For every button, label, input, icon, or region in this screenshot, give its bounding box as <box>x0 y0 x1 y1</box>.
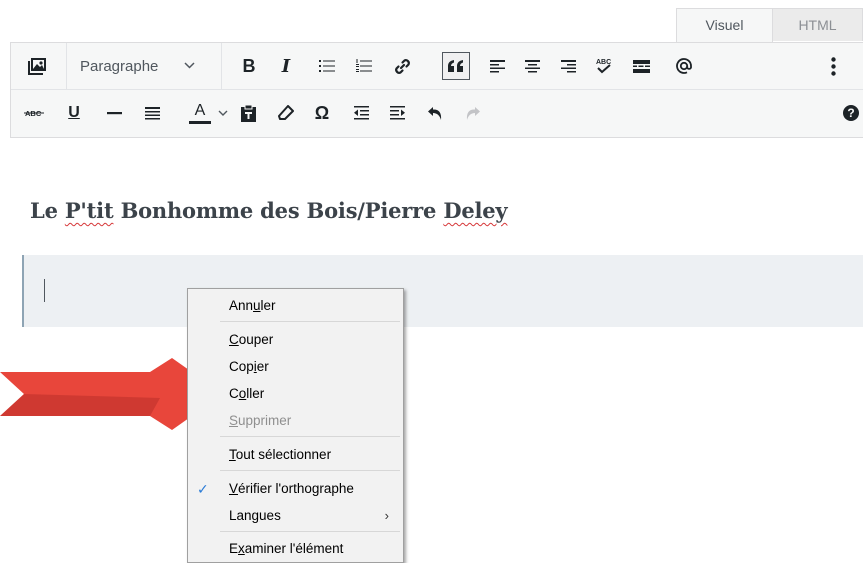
align-right-icon[interactable] <box>556 51 580 81</box>
menu-separator <box>220 531 400 532</box>
title-part: Bonhomme des Bois/Pierre <box>113 198 444 223</box>
undo-icon[interactable] <box>423 98 449 128</box>
menu-item-select-all[interactable]: Tout sélectionner <box>188 443 403 467</box>
toolbar-row-2: ABC U A Ω ? <box>11 90 863 136</box>
menu-item-paste[interactable]: Coller <box>188 382 403 406</box>
text-caret <box>44 279 45 302</box>
bullet-list-icon[interactable] <box>314 51 340 81</box>
align-center-icon[interactable] <box>520 51 544 81</box>
menu-separator <box>220 321 400 322</box>
menu-separator <box>220 470 400 471</box>
mention-icon[interactable] <box>671 51 697 81</box>
post-title-heading[interactable]: Le P'tit Bonhomme des Bois/Pierre Deley <box>30 198 508 223</box>
outdent-icon[interactable] <box>348 98 374 128</box>
submenu-arrow-icon: › <box>384 508 389 523</box>
menu-item-spellcheck[interactable]: ✓ Vérifier l'orthographe <box>188 477 403 501</box>
menu-item-copy[interactable]: Copier <box>188 355 403 379</box>
context-menu: Annuler Couper Copier Coller Supprimer T… <box>187 288 404 563</box>
strikethrough-icon[interactable]: ABC <box>21 98 47 128</box>
paste-text-icon[interactable] <box>235 98 261 128</box>
menu-item-inspect[interactable]: Examiner l'élément <box>188 537 403 561</box>
blockquote-icon[interactable] <box>442 52 470 80</box>
add-media-icon[interactable] <box>23 51 51 81</box>
misspelled-word[interactable]: Deley <box>443 198 507 223</box>
menu-item-languages[interactable]: Langues › <box>188 504 403 528</box>
link-icon[interactable] <box>389 51 415 81</box>
paragraph-format-select[interactable]: Paragraphe <box>67 50 217 82</box>
editor-tabs: Visuel HTML <box>676 8 863 42</box>
toolbar-separator <box>221 43 222 89</box>
checkmark-icon: ✓ <box>197 481 209 497</box>
format-select-label: Paragraphe <box>80 57 159 75</box>
underline-icon[interactable]: U <box>63 98 85 128</box>
more-vertical-icon[interactable] <box>821 51 845 81</box>
editor-toolbar: Paragraphe B I ABC ABC U A Ω ? <box>10 42 863 138</box>
redo-icon[interactable] <box>459 98 485 128</box>
spellcheck-icon[interactable]: ABC <box>591 51 617 81</box>
text-color-swatch <box>189 120 211 124</box>
title-part: Le <box>30 198 65 223</box>
selected-paragraph-block[interactable] <box>22 255 863 327</box>
align-left-icon[interactable] <box>485 51 509 81</box>
read-more-icon[interactable] <box>628 51 654 81</box>
help-glyph: ? <box>843 105 859 121</box>
menu-item-undo[interactable]: Annuler <box>188 294 403 318</box>
toolbar-row-1: Paragraphe B I ABC <box>11 43 863 90</box>
special-character-icon[interactable]: Ω <box>309 98 335 128</box>
bold-icon[interactable]: B <box>236 51 262 81</box>
text-color-letter: A <box>194 101 206 119</box>
misspelled-word[interactable]: P'tit <box>65 198 114 223</box>
justify-icon[interactable] <box>139 98 165 128</box>
numbered-list-icon[interactable] <box>351 51 377 81</box>
tab-visual[interactable]: Visuel <box>676 8 773 42</box>
indent-icon[interactable] <box>384 98 410 128</box>
menu-item-cut[interactable]: Couper <box>188 328 403 352</box>
chevron-down-icon[interactable] <box>216 98 230 128</box>
text-color-icon[interactable]: A <box>187 98 213 128</box>
menu-item-delete: Supprimer <box>229 413 292 428</box>
help-icon[interactable]: ? <box>841 98 861 128</box>
italic-icon[interactable]: I <box>273 51 299 81</box>
tab-html[interactable]: HTML <box>773 8 863 41</box>
chevron-down-icon <box>184 60 195 72</box>
clear-formatting-icon[interactable] <box>273 98 299 128</box>
horizontal-line-icon[interactable] <box>101 98 127 128</box>
menu-separator <box>220 436 400 437</box>
